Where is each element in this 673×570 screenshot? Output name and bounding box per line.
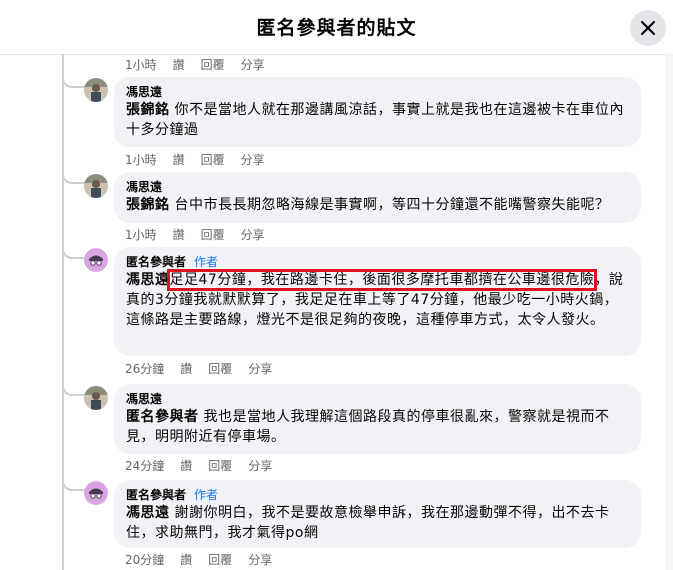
- comment-body: 我也是當地人我理解這個路段真的停車很亂來，警察就是視而不見，明明附近有停車場。: [126, 409, 610, 445]
- comment-time[interactable]: 1小時: [125, 153, 157, 167]
- comment-bubble: 匿名參與者 作者 馮思遠足足47分鐘，我在路邊卡住，後面很多摩托車都擠在公車邊很危…: [114, 247, 641, 356]
- anonymous-participant-avatar-icon: [84, 481, 108, 505]
- mention-link[interactable]: 張錦銘: [126, 102, 170, 118]
- mention-link[interactable]: 匿名參與者: [126, 409, 199, 425]
- like-button[interactable]: 讚: [173, 58, 185, 72]
- like-button[interactable]: 讚: [173, 228, 185, 242]
- avatar[interactable]: [84, 78, 108, 102]
- user-photo-avatar-icon: [84, 78, 108, 102]
- share-button[interactable]: 分享: [241, 228, 265, 242]
- close-button[interactable]: [630, 10, 666, 46]
- anonymous-participant-avatar-icon: [84, 248, 108, 272]
- comment-bubble: 匿名參與者 作者 馮思遠 謝謝你明白，我不是要故意檢舉申訴，我在那邊動彈不得，出不…: [114, 480, 641, 548]
- comment-body: 你不是當地人就在那邊講風涼話，事實上就是我也在這邊被卡在車位內十多分鐘過: [126, 102, 624, 138]
- comment-actions: 26分鐘 讚 回覆 分享: [125, 360, 288, 377]
- comment-text: 匿名參與者 我也是當地人我理解這個路段真的停車很亂來，警察就是視而不見，明明附近…: [126, 407, 629, 447]
- avatar[interactable]: [84, 386, 108, 410]
- share-button[interactable]: 分享: [248, 459, 272, 473]
- comment-bubble: 馮思遠 匿名參與者 我也是當地人我理解這個路段真的停車很亂來，警察就是視而不見，…: [114, 384, 641, 454]
- comment-actions: 24分鐘 讚 回覆 分享: [125, 457, 288, 474]
- like-button[interactable]: 讚: [180, 459, 192, 473]
- share-button[interactable]: 分享: [241, 58, 265, 72]
- mention-link[interactable]: 馮思遠: [126, 272, 170, 288]
- dialog-header: 匿名參與者的貼文: [0, 0, 673, 55]
- author-badge: 作者: [194, 488, 219, 502]
- comment-bubble: 馮思遠 張錦銘 你不是當地人就在那邊講風涼話，事實上就是我也在這邊被卡在車位內十…: [114, 77, 641, 147]
- comment-author[interactable]: 馮思遠: [126, 179, 629, 195]
- comment-author[interactable]: 馮思遠: [126, 391, 629, 407]
- comment-text: 張錦銘 台中市長長期忽略海線是事實啊，等四十分鐘還不能嘴警察失能呢？: [126, 195, 629, 215]
- like-button[interactable]: 讚: [180, 362, 192, 376]
- reply-button[interactable]: 回覆: [208, 362, 232, 376]
- comment-actions: 20分鐘 讚 回覆 分享: [125, 551, 288, 568]
- comment-body: 台中市長長期忽略海線是事實啊，等四十分鐘還不能嘴警察失能呢？: [174, 197, 610, 213]
- share-button[interactable]: 分享: [248, 362, 272, 376]
- comment-text: 馮思遠足足47分鐘，我在路邊卡住，後面很多摩托車都擠在公車邊很危險，說真的3分鐘…: [126, 269, 629, 330]
- avatar[interactable]: [84, 248, 108, 272]
- avatar[interactable]: [84, 174, 108, 198]
- reply-button[interactable]: 回覆: [201, 153, 225, 167]
- comment-text: 馮思遠 謝謝你明白，我不是要故意檢舉申訴，我在那邊動彈不得，出不去卡住，求助無門…: [126, 503, 629, 543]
- comment-author[interactable]: 匿名參與者 作者: [126, 487, 629, 503]
- scrollbar[interactable]: [666, 54, 673, 570]
- comment-time[interactable]: 1小時: [125, 228, 157, 242]
- comment-author[interactable]: 馮思遠: [126, 84, 629, 100]
- reply-button[interactable]: 回覆: [208, 553, 232, 567]
- comment-actions: 1小時 讚 回覆 分享: [125, 56, 281, 73]
- comment-actions: 1小時 讚 回覆 分享: [125, 226, 281, 243]
- comment-time[interactable]: 26分鐘: [125, 362, 164, 376]
- reply-button[interactable]: 回覆: [201, 58, 225, 72]
- author-badge: 作者: [194, 255, 219, 269]
- highlighted-text: 足足47分鐘，我在路邊卡住，後面很多摩托車都擠在公車邊很危險: [166, 269, 598, 291]
- comment-time[interactable]: 24分鐘: [125, 459, 164, 473]
- share-button[interactable]: 分享: [241, 153, 265, 167]
- comment-text: 張錦銘 你不是當地人就在那邊講風涼話，事實上就是我也在這邊被卡在車位內十多分鐘過: [126, 100, 629, 140]
- comment-bubble: 馮思遠 張錦銘 台中市長長期忽略海線是事實啊，等四十分鐘還不能嘴警察失能呢？: [114, 172, 641, 223]
- like-button[interactable]: 讚: [180, 553, 192, 567]
- dialog-title: 匿名參與者的貼文: [256, 17, 417, 39]
- close-icon: [641, 21, 655, 35]
- comment-actions: 1小時 讚 回覆 分享: [125, 151, 281, 168]
- user-photo-avatar-icon: [84, 174, 108, 198]
- reply-button[interactable]: 回覆: [201, 228, 225, 242]
- comment-time[interactable]: 20分鐘: [125, 553, 164, 567]
- share-button[interactable]: 分享: [248, 553, 272, 567]
- like-button[interactable]: 讚: [173, 153, 185, 167]
- thread-line: [62, 54, 64, 570]
- avatar[interactable]: [84, 481, 108, 505]
- reply-button[interactable]: 回覆: [208, 459, 232, 473]
- comment-time[interactable]: 1小時: [125, 58, 157, 72]
- comment-author[interactable]: 匿名參與者 作者: [126, 254, 629, 270]
- mention-link[interactable]: 張錦銘: [126, 197, 170, 213]
- mention-link[interactable]: 馮思遠: [126, 505, 170, 521]
- user-photo-avatar-icon: [84, 386, 108, 410]
- comment-body: 謝謝你明白，我不是要故意檢舉申訴，我在那邊動彈不得，出不去卡住，求助無門，我才氣…: [126, 505, 610, 541]
